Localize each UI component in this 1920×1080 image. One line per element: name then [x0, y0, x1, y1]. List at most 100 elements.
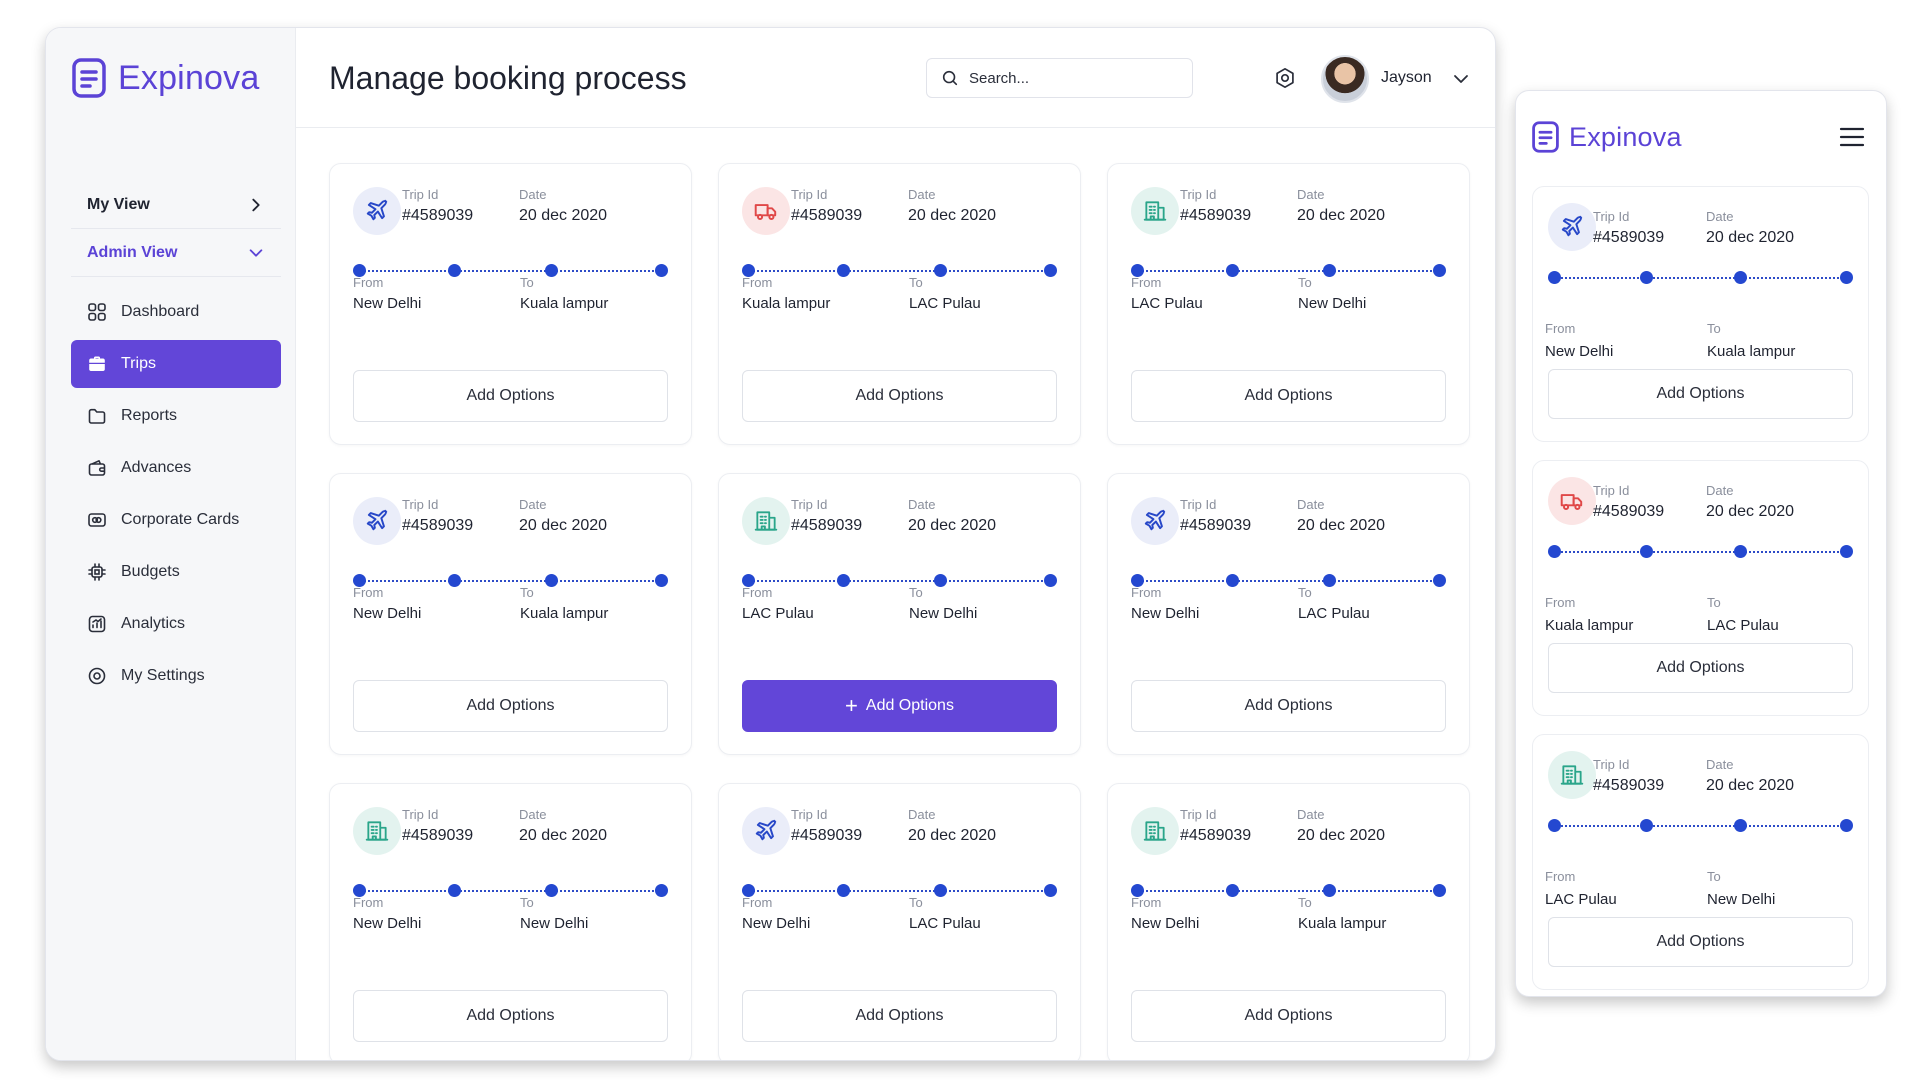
- trip-id-value: #4589039: [1180, 207, 1252, 224]
- route-dot: [1548, 819, 1561, 832]
- from-label: From: [1545, 595, 1576, 610]
- add-options-button[interactable]: Add Options: [1131, 680, 1446, 732]
- add-options-button[interactable]: Add Options: [353, 680, 668, 732]
- from-value: New Delhi: [1131, 605, 1200, 622]
- to-label: To: [1298, 895, 1312, 910]
- date-label: Date: [519, 807, 547, 822]
- trip-type-badge: [742, 497, 790, 545]
- hamburger-menu-icon[interactable]: [1839, 126, 1865, 148]
- route-dot: [1840, 545, 1853, 558]
- date-value: 20 dec 2020: [908, 207, 997, 224]
- add-options-label: Add Options: [466, 387, 555, 404]
- date-label: Date: [908, 187, 936, 202]
- brand[interactable]: Expinova: [72, 58, 259, 98]
- search-box[interactable]: [926, 58, 1193, 98]
- route-dot: [1639, 545, 1653, 558]
- route-dot: [1225, 574, 1239, 587]
- grid-icon: [88, 303, 106, 321]
- add-options-button[interactable]: Add Options: [353, 990, 668, 1042]
- trip-type-badge: [1548, 477, 1596, 525]
- to-label: To: [1707, 869, 1721, 884]
- trip-type-badge: [742, 187, 790, 235]
- to-label: To: [909, 275, 923, 290]
- sidebar-item-label: Reports: [121, 407, 178, 424]
- my-view-toggle[interactable]: My View: [71, 182, 281, 229]
- route-dot: [545, 574, 559, 587]
- add-options-button[interactable]: Add Options: [742, 370, 1057, 422]
- trip-card: Trip Id #4589039 Date 20 dec 2020 From New De…: [329, 783, 692, 1060]
- date-value: 20 dec 2020: [519, 517, 608, 534]
- route-track: [742, 884, 1057, 898]
- route-dot: [1433, 264, 1446, 277]
- route-dot: [836, 264, 850, 277]
- sidebar-item-reports[interactable]: Reports: [71, 392, 281, 440]
- add-options-button[interactable]: Add Options: [1548, 643, 1853, 693]
- to-label: To: [1298, 275, 1312, 290]
- route-dot: [655, 574, 668, 587]
- admin-view-toggle[interactable]: Admin View: [71, 230, 281, 277]
- from-value: LAC Pulau: [1131, 295, 1203, 312]
- from-label: From: [742, 895, 773, 910]
- to-value: LAC Pulau: [1707, 617, 1779, 634]
- wallet-icon: [88, 460, 106, 476]
- avatar[interactable]: [1321, 55, 1369, 103]
- trip-type-badge: [1131, 807, 1179, 855]
- user-name[interactable]: Jayson: [1381, 69, 1432, 87]
- sidebar-item-my-settings[interactable]: My Settings: [71, 652, 281, 700]
- sidebar-item-corporate-cards[interactable]: Corporate Cards: [71, 496, 281, 544]
- add-options-button[interactable]: Add Options: [1548, 369, 1853, 419]
- add-options-label: Add Options: [1656, 933, 1745, 950]
- add-options-button[interactable]: Add Options: [1548, 917, 1853, 967]
- route-dot: [1323, 264, 1337, 277]
- sidebar-item-dashboard[interactable]: Dashboard: [71, 288, 281, 336]
- route-dot: [1734, 545, 1748, 558]
- route-dot: [447, 884, 461, 897]
- route-line: [1554, 551, 1847, 553]
- trip-card: Trip Id #4589039 Date 20 dec 2020 From LAC Pu…: [718, 473, 1081, 755]
- route-line: [1137, 270, 1440, 272]
- route-dot: [1734, 271, 1748, 284]
- route-dot: [934, 574, 948, 587]
- sidebar-item-advances[interactable]: Advances: [71, 444, 281, 492]
- search-input[interactable]: [969, 69, 1169, 87]
- add-options-button[interactable]: Add Options: [742, 990, 1057, 1042]
- route-track: [1548, 545, 1853, 559]
- truck-icon: [1560, 494, 1583, 510]
- add-options-button[interactable]: Add Options: [1131, 990, 1446, 1042]
- from-value: Kuala lampur: [1545, 617, 1634, 634]
- chevron-down-icon[interactable]: [1451, 69, 1471, 89]
- add-options-button[interactable]: Add Options: [1131, 370, 1446, 422]
- sidebar-item-analytics[interactable]: Analytics: [71, 600, 281, 648]
- route-track: [1548, 271, 1853, 285]
- add-options-button[interactable]: + Add Options: [742, 680, 1057, 732]
- from-value: Kuala lampur: [742, 295, 831, 312]
- trip-id-value: #4589039: [1180, 827, 1252, 844]
- route-line: [359, 890, 662, 892]
- route-line: [359, 580, 662, 582]
- to-label: To: [520, 275, 534, 290]
- brand[interactable]: Expinova: [1532, 121, 1682, 153]
- from-label: From: [1545, 869, 1576, 884]
- mobile-trip-list: Trip Id #4589039 Date 20 dec 2020 From New De…: [1532, 186, 1869, 996]
- from-label: From: [1131, 275, 1162, 290]
- search-icon: [942, 70, 958, 86]
- sidebar-item-budgets[interactable]: Budgets: [71, 548, 281, 596]
- trip-id-label: Trip Id: [1593, 483, 1630, 498]
- sidebar-item-label: Dashboard: [121, 303, 200, 320]
- route-track: [353, 574, 668, 588]
- sidebar-item-label: Analytics: [121, 615, 186, 632]
- route-dot: [545, 264, 559, 277]
- route-dot: [1840, 271, 1853, 284]
- date-value: 20 dec 2020: [908, 827, 997, 844]
- admin-view-label: Admin View: [87, 244, 178, 261]
- add-options-button[interactable]: Add Options: [353, 370, 668, 422]
- date-value: 20 dec 2020: [1706, 229, 1795, 246]
- add-options-label: Add Options: [1244, 697, 1333, 714]
- date-label: Date: [1297, 497, 1325, 512]
- route-dot: [1433, 574, 1446, 587]
- sidebar-item-trips[interactable]: Trips: [71, 340, 281, 388]
- route-track: [1131, 884, 1446, 898]
- top-header: Manage booking process Jayson: [296, 28, 1495, 128]
- settings-icon[interactable]: [1273, 66, 1297, 90]
- plane-icon: [366, 509, 388, 531]
